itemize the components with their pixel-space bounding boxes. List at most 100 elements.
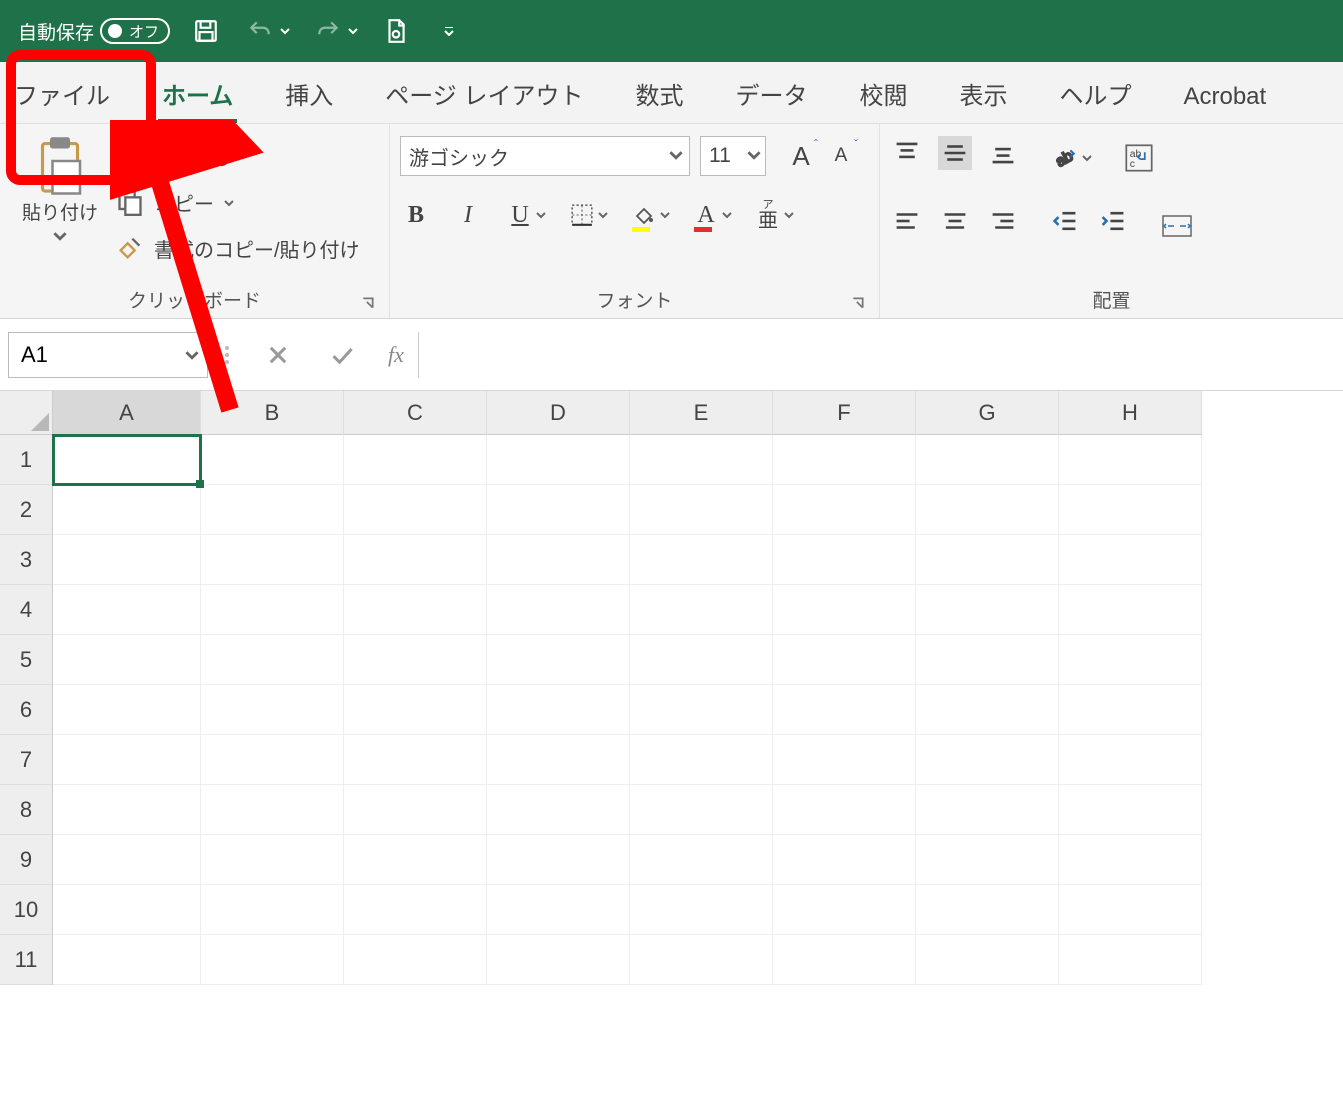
cell[interactable] — [487, 535, 630, 585]
cell[interactable] — [201, 485, 344, 535]
undo-dropdown-icon[interactable] — [278, 26, 292, 36]
cell[interactable] — [1059, 435, 1202, 485]
insert-function-button[interactable]: fx — [388, 342, 404, 368]
tab-data[interactable]: データ — [731, 66, 811, 123]
cell[interactable] — [487, 785, 630, 835]
cell[interactable] — [201, 535, 344, 585]
autosave-switch[interactable]: オフ — [100, 18, 170, 44]
cell[interactable] — [53, 935, 201, 985]
align-top-button[interactable] — [890, 136, 924, 170]
undo-icon[interactable] — [242, 13, 278, 49]
tab-insert[interactable]: 挿入 — [281, 66, 337, 123]
cell[interactable] — [1059, 585, 1202, 635]
tab-acrobat[interactable]: Acrobat — [1179, 73, 1270, 123]
formula-input[interactable] — [418, 332, 1335, 378]
fill-color-button[interactable] — [628, 196, 660, 234]
borders-button[interactable] — [566, 196, 598, 234]
phonetic-guide-button[interactable]: ア 亜 — [752, 196, 784, 234]
row-header[interactable]: 1 — [0, 435, 53, 485]
font-size-select[interactable]: 11 — [700, 136, 766, 176]
cell[interactable] — [487, 635, 630, 685]
cell[interactable] — [916, 935, 1059, 985]
cell[interactable] — [344, 885, 487, 935]
cell[interactable] — [773, 885, 916, 935]
font-color-dropdown-icon[interactable] — [722, 204, 732, 226]
cell[interactable] — [773, 935, 916, 985]
cell[interactable] — [773, 585, 916, 635]
cell[interactable] — [1059, 785, 1202, 835]
grow-font-button[interactable]: Aˆ — [784, 137, 818, 175]
row-header[interactable]: 6 — [0, 685, 53, 735]
cell[interactable] — [487, 485, 630, 535]
cell[interactable] — [487, 885, 630, 935]
redo-icon[interactable] — [310, 13, 346, 49]
row-header[interactable]: 11 — [0, 935, 53, 985]
cell[interactable] — [916, 535, 1059, 585]
cell[interactable] — [201, 835, 344, 885]
underline-button[interactable]: U — [504, 196, 536, 234]
tab-view[interactable]: 表示 — [955, 66, 1011, 123]
tab-formulas[interactable]: 数式 — [631, 66, 687, 123]
underline-dropdown-icon[interactable] — [536, 204, 546, 226]
cell[interactable] — [344, 635, 487, 685]
cell[interactable] — [916, 885, 1059, 935]
cell[interactable] — [201, 785, 344, 835]
cell[interactable] — [916, 735, 1059, 785]
cell[interactable] — [630, 435, 773, 485]
cell[interactable] — [630, 535, 773, 585]
cell[interactable] — [630, 685, 773, 735]
cell[interactable] — [916, 485, 1059, 535]
column-header[interactable]: D — [487, 391, 630, 435]
cell[interactable] — [1059, 885, 1202, 935]
cell[interactable] — [344, 785, 487, 835]
cell[interactable] — [630, 485, 773, 535]
cell[interactable] — [773, 785, 916, 835]
decrease-indent-button[interactable] — [1048, 204, 1082, 238]
cell[interactable] — [1059, 935, 1202, 985]
row-header[interactable]: 2 — [0, 485, 53, 535]
cell[interactable] — [344, 535, 487, 585]
cell[interactable] — [344, 735, 487, 785]
cell[interactable] — [344, 485, 487, 535]
column-header[interactable]: F — [773, 391, 916, 435]
cell[interactable] — [344, 435, 487, 485]
cell[interactable] — [53, 435, 201, 485]
cell[interactable] — [201, 585, 344, 635]
cell[interactable] — [916, 685, 1059, 735]
cell[interactable] — [53, 685, 201, 735]
cell[interactable] — [916, 435, 1059, 485]
cell[interactable] — [201, 735, 344, 785]
row-header[interactable]: 7 — [0, 735, 53, 785]
borders-dropdown-icon[interactable] — [598, 204, 608, 226]
cell[interactable] — [53, 735, 201, 785]
column-header[interactable]: C — [344, 391, 487, 435]
bold-button[interactable]: B — [400, 196, 432, 234]
cell[interactable] — [773, 635, 916, 685]
redo-dropdown-icon[interactable] — [346, 26, 360, 36]
cell[interactable] — [53, 535, 201, 585]
cell[interactable] — [773, 485, 916, 535]
cell[interactable] — [1059, 835, 1202, 885]
cell[interactable] — [916, 785, 1059, 835]
align-middle-button[interactable] — [938, 136, 972, 170]
cell[interactable] — [344, 685, 487, 735]
row-header[interactable]: 5 — [0, 635, 53, 685]
cell[interactable] — [630, 785, 773, 835]
cell[interactable] — [344, 935, 487, 985]
merge-center-button[interactable] — [1162, 204, 1192, 248]
cell[interactable] — [630, 935, 773, 985]
tab-home[interactable]: ホーム — [158, 66, 237, 123]
cell[interactable] — [916, 635, 1059, 685]
cell[interactable] — [201, 685, 344, 735]
cell[interactable] — [53, 835, 201, 885]
cell[interactable] — [201, 935, 344, 985]
tab-help[interactable]: ヘルプ — [1055, 66, 1135, 123]
cell[interactable] — [344, 585, 487, 635]
cell[interactable] — [916, 585, 1059, 635]
row-header[interactable]: 8 — [0, 785, 53, 835]
cell[interactable] — [53, 785, 201, 835]
cell[interactable] — [201, 885, 344, 935]
paste-button[interactable]: 貼り付け — [10, 130, 110, 249]
select-all-corner[interactable] — [0, 391, 53, 435]
italic-button[interactable]: I — [452, 196, 484, 234]
